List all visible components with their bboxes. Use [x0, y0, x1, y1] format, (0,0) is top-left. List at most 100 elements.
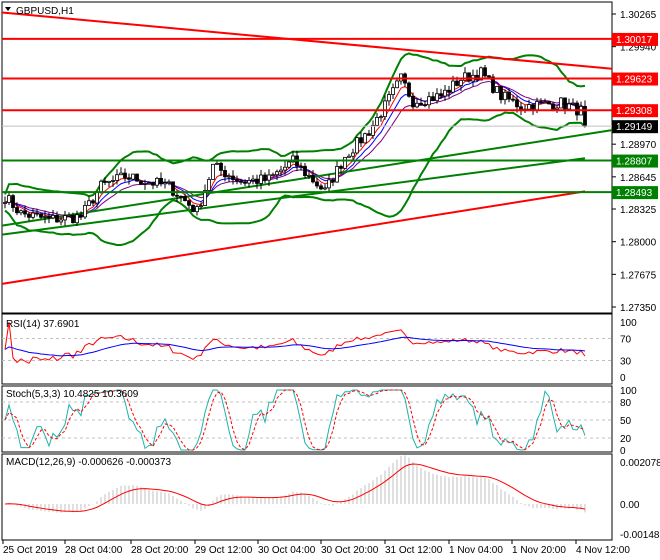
candle: [559, 97, 563, 109]
candle: [379, 116, 383, 119]
chart-svg[interactable]: 1.302651.299401.296151.292901.289701.286…: [0, 0, 660, 560]
candle: [359, 137, 363, 144]
candle: [47, 216, 51, 219]
candle: [551, 103, 555, 110]
candle: [515, 99, 519, 108]
price-tick-label: 1.28000: [620, 238, 657, 249]
candle: [363, 133, 367, 144]
candle: [311, 174, 315, 183]
stoch-tick: 0: [620, 446, 626, 457]
candle: [75, 214, 79, 224]
candle: [423, 104, 427, 107]
candle: [575, 102, 579, 116]
price-tick-label: 1.27675: [620, 270, 657, 281]
candle: [267, 174, 271, 181]
candle: [199, 205, 203, 207]
candle: [211, 163, 215, 180]
candle: [367, 133, 371, 136]
candle: [459, 79, 463, 86]
trend-line: [1, 11, 613, 70]
time-label: 31 Oct 12:00: [385, 545, 443, 556]
time-label: 28 Oct 20:00: [131, 545, 189, 556]
candle: [287, 161, 291, 168]
candle: [283, 166, 287, 171]
rsi-tick: 30: [620, 357, 632, 368]
trend-line: [1, 129, 613, 227]
candle: [99, 180, 103, 193]
candle: [55, 214, 59, 223]
candle: [179, 195, 183, 198]
candle: [407, 82, 411, 97]
time-label: 30 Oct 04:00: [258, 545, 316, 556]
candle: [331, 179, 335, 183]
candle: [7, 195, 11, 203]
candle: [115, 174, 119, 181]
candle: [231, 175, 235, 181]
macd-tick: 0.00: [620, 500, 640, 511]
candle: [487, 75, 491, 78]
candle: [87, 200, 91, 206]
candle: [235, 179, 239, 182]
price-tick-label: 1.28970: [620, 140, 657, 151]
candle: [247, 180, 251, 184]
candle: [227, 175, 231, 178]
candle: [327, 179, 331, 189]
candle: [263, 174, 267, 181]
stoch-tick: 20: [620, 434, 632, 445]
candle: [63, 215, 67, 221]
candle: [315, 181, 319, 187]
rsi-pane: [1, 313, 613, 385]
stoch-tick: 50: [620, 416, 632, 427]
candle: [243, 181, 247, 184]
candle: [411, 95, 415, 108]
rsi-label: RSI(14) 37.6901: [6, 319, 80, 330]
level-label: 1.28493: [616, 188, 653, 199]
rsi-tick: 0: [620, 373, 626, 384]
candle: [59, 219, 63, 223]
main-pane: [1, 1, 613, 314]
candle: [79, 214, 83, 218]
candle: [399, 73, 403, 82]
candle: [467, 72, 471, 82]
level-label: 1.30017: [616, 35, 653, 46]
candle: [447, 89, 451, 93]
candle: [107, 180, 111, 183]
candle: [503, 91, 507, 101]
candle: [143, 182, 147, 185]
stoch-tick: 80: [620, 398, 632, 409]
candle: [159, 177, 163, 185]
candle: [39, 213, 43, 218]
candle: [455, 80, 459, 86]
candle: [191, 204, 195, 213]
candle: [151, 182, 155, 186]
candle: [419, 102, 423, 106]
candle: [375, 117, 379, 126]
candle: [11, 195, 15, 208]
level-label: 1.29623: [616, 75, 653, 86]
candle: [555, 107, 559, 110]
candle: [343, 156, 347, 169]
candle: [251, 178, 255, 181]
candle: [335, 166, 339, 183]
candle: [271, 174, 275, 177]
candle: [35, 212, 39, 215]
stoch-tick: 100: [620, 386, 637, 397]
time-label: 1 Nov 04:00: [449, 545, 503, 556]
price-tick-label: 1.30265: [620, 10, 657, 21]
trading-chart[interactable]: 1.302651.299401.296151.292901.289701.286…: [0, 0, 660, 560]
candle: [127, 177, 131, 180]
candle: [519, 106, 523, 110]
dropdown-arrow-icon[interactable]: [5, 7, 11, 11]
time-label: 25 Oct 2019: [3, 545, 58, 556]
bollinger-upper: [4, 52, 586, 198]
candle: [163, 182, 167, 185]
macd-tick: 0.002078: [620, 458, 660, 469]
time-label: 30 Oct 20:00: [321, 545, 379, 556]
macd-label: MACD(12,26,9) -0.000626 -0.000373: [6, 457, 172, 468]
candle: [495, 86, 499, 93]
stoch-label: Stoch(5,3,3) 10.4825 10.3609: [6, 389, 139, 400]
candle: [431, 96, 435, 102]
candle: [255, 178, 259, 184]
candle: [571, 102, 575, 105]
candle: [319, 185, 323, 190]
